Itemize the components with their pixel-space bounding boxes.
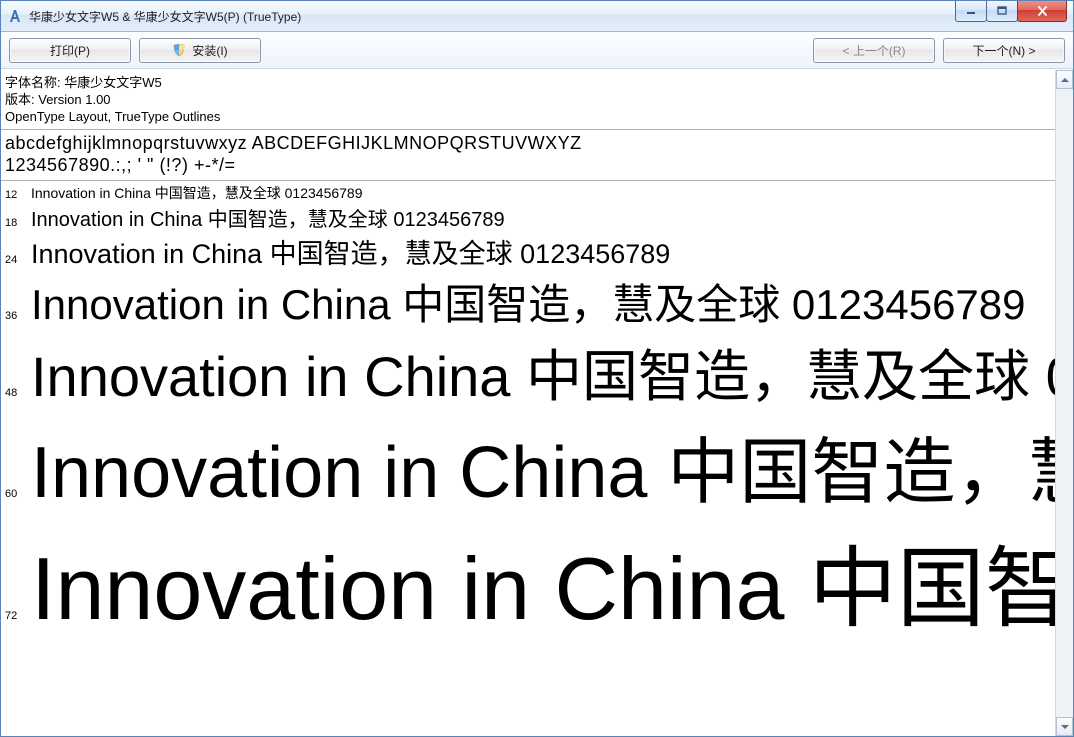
titlebar: 华康少女文字W5 & 华康少女文字W5(P) (TrueType) — [1, 1, 1073, 32]
maximize-icon — [997, 6, 1007, 16]
font-viewer-window: 华康少女文字W5 & 华康少女文字W5(P) (TrueType) 打印(P) — [0, 0, 1074, 737]
sample-text: Innovation in China 中国智造，慧及全球 0123456789 — [31, 203, 505, 232]
install-button-label: 安装(I) — [192, 42, 227, 59]
chevron-down-icon — [1061, 725, 1069, 729]
close-icon — [1037, 6, 1048, 16]
font-version-label: 版本: — [5, 92, 35, 107]
size-label: 36 — [5, 310, 31, 322]
scroll-up-button[interactable] — [1056, 70, 1073, 89]
size-label: 18 — [5, 217, 31, 229]
toolbar: 打印(P) 安装(I) < 上一个(R) 下一个(N) > — [1, 32, 1073, 69]
window-title: 华康少女文字W5 & 华康少女文字W5(P) (TrueType) — [29, 8, 301, 25]
next-button[interactable]: 下一个(N) > — [943, 38, 1065, 63]
font-name-value: 华康少女文字W5 — [64, 75, 162, 90]
minimize-button[interactable] — [955, 1, 987, 22]
sample-row-60: 60 Innovation in China 中国智造，慧及全球 0123456… — [5, 413, 1055, 518]
sample-text: Innovation in China 中国智造，慧及全球 0123456789 — [31, 271, 1026, 332]
size-label: 12 — [5, 189, 31, 201]
divider — [1, 129, 1055, 130]
size-label: 48 — [5, 387, 31, 399]
charset-block: abcdefghijklmnopqrstuvwxyz ABCDEFGHIJKLM… — [1, 132, 1055, 178]
install-button[interactable]: 安装(I) — [139, 38, 261, 63]
sample-row-72: 72 Innovation in China 中国智造，慧及全球 0123456… — [5, 518, 1055, 645]
scroll-track[interactable] — [1056, 89, 1073, 717]
print-button[interactable]: 打印(P) — [9, 38, 131, 63]
sample-text: Innovation in China 中国智造，慧及全球 0123456789 — [31, 232, 670, 271]
prev-button-label: < 上一个(R) — [842, 42, 905, 59]
sample-text: Innovation in China 中国智造，慧及全球 0123456789 — [31, 518, 1055, 645]
shield-icon — [172, 43, 186, 57]
minimize-icon — [966, 6, 976, 16]
sample-text: Innovation in China 中国智造，慧及全球 0123456789 — [31, 332, 1055, 413]
font-tech-line: OpenType Layout, TrueType Outlines — [5, 108, 1051, 125]
content-outer: 字体名称: 华康少女文字W5 版本: Version 1.00 OpenType… — [1, 69, 1073, 736]
titlebar-left: 华康少女文字W5 & 华康少女文字W5(P) (TrueType) — [1, 8, 301, 25]
sample-row-12: 12 Innovation in China 中国智造，慧及全球 0123456… — [5, 183, 1055, 203]
font-info-block: 字体名称: 华康少女文字W5 版本: Version 1.00 OpenType… — [1, 70, 1055, 127]
sample-text: Innovation in China 中国智造，慧及全球 0123456789 — [31, 413, 1055, 518]
maximize-button[interactable] — [986, 1, 1018, 22]
next-button-label: 下一个(N) > — [972, 42, 1035, 59]
charset-line-2: 1234567890.:,; ' " (!?) +-*/= — [5, 154, 1051, 176]
app-icon — [7, 8, 23, 24]
sample-row-18: 18 Innovation in China 中国智造，慧及全球 0123456… — [5, 203, 1055, 232]
chevron-up-icon — [1061, 78, 1069, 82]
prev-button[interactable]: < 上一个(R) — [813, 38, 935, 63]
window-controls — [956, 1, 1073, 21]
charset-line-1: abcdefghijklmnopqrstuvwxyz ABCDEFGHIJKLM… — [5, 132, 1051, 154]
vertical-scrollbar[interactable] — [1055, 70, 1073, 736]
scroll-down-button[interactable] — [1056, 717, 1073, 736]
font-version-line: 版本: Version 1.00 — [5, 91, 1051, 108]
print-button-label: 打印(P) — [50, 42, 90, 59]
size-label: 72 — [5, 610, 31, 622]
close-button[interactable] — [1017, 1, 1067, 22]
font-name-line: 字体名称: 华康少女文字W5 — [5, 74, 1051, 91]
font-name-label: 字体名称: — [5, 75, 61, 90]
samples-block: 12 Innovation in China 中国智造，慧及全球 0123456… — [1, 183, 1055, 645]
size-label: 60 — [5, 488, 31, 500]
sample-row-24: 24 Innovation in China 中国智造，慧及全球 0123456… — [5, 232, 1055, 271]
font-version-value: Version 1.00 — [38, 92, 110, 107]
size-label: 24 — [5, 254, 31, 266]
sample-row-48: 48 Innovation in China 中国智造，慧及全球 0123456… — [5, 332, 1055, 413]
sample-row-36: 36 Innovation in China 中国智造，慧及全球 0123456… — [5, 271, 1055, 332]
sample-text: Innovation in China 中国智造，慧及全球 0123456789 — [31, 183, 363, 203]
content-area: 字体名称: 华康少女文字W5 版本: Version 1.00 OpenType… — [1, 70, 1055, 736]
divider — [1, 180, 1055, 181]
